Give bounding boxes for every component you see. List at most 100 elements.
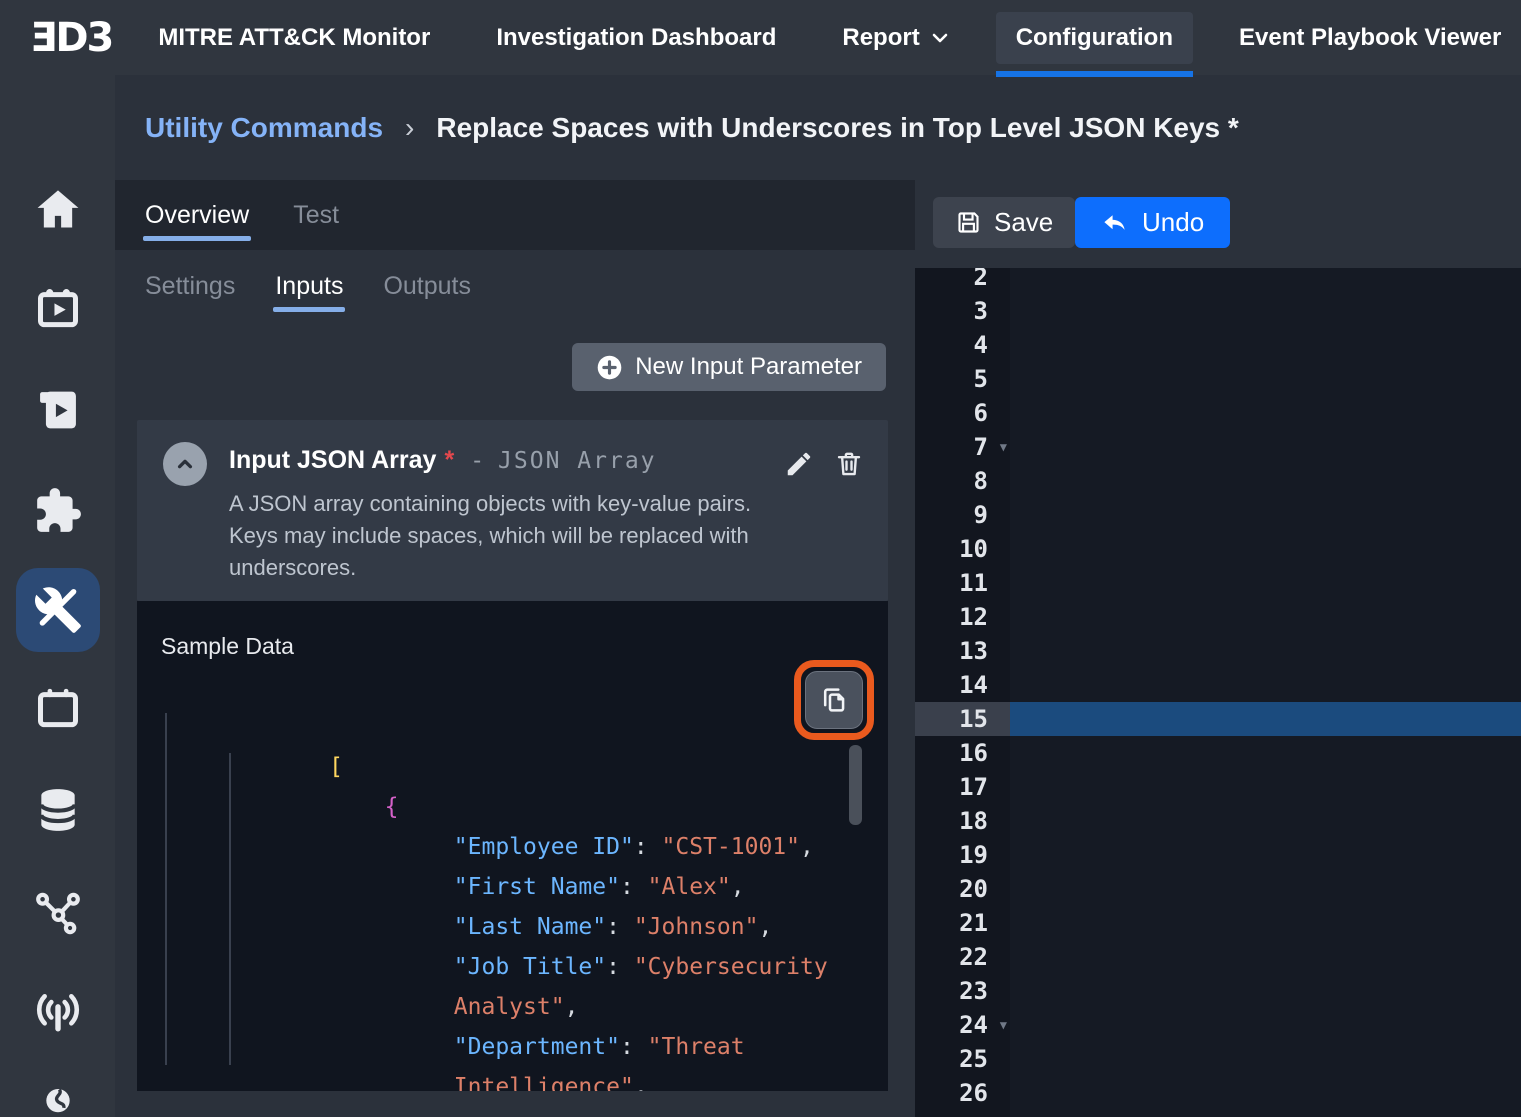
utility-tools-icon[interactable]: [16, 568, 100, 652]
type-separator: -: [470, 448, 484, 474]
left-icon-sidebar: [0, 75, 115, 1117]
pencil-icon: [784, 449, 814, 479]
playbook-library-icon[interactable]: [16, 368, 100, 452]
tab-overview[interactable]: Overview: [143, 185, 251, 246]
json-token: "Employee ID": [454, 834, 634, 860]
line-number: 12: [915, 600, 1010, 634]
parameter-actions: [782, 448, 866, 482]
code-line: 22 # return pb.returnOutputModel(: [915, 940, 1521, 974]
line-number-text: 22: [959, 943, 988, 971]
main-content: Utility Commands › Replace Spaces with U…: [115, 75, 1521, 1117]
undo-button[interactable]: Undo: [1075, 197, 1230, 248]
code-text: # return pb.returnOutputModel(: [1010, 940, 1521, 974]
nav-item-mitre-attck-monitor[interactable]: MITRE ATT&CK Monitor: [138, 12, 450, 64]
plus-circle-icon: [596, 354, 623, 381]
breadcrumb: Utility Commands › Replace Spaces with U…: [115, 75, 1521, 180]
python-code-editor[interactable]: 2 #-------------------------------------…: [915, 268, 1521, 1117]
code-text: # # Output Model: rawData, resultData: [1010, 328, 1521, 362]
line-number: 24: [915, 1008, 1010, 1042]
copy-icon: [818, 684, 850, 716]
delete-parameter-button[interactable]: [832, 448, 866, 482]
d3-logo[interactable]: ƎD3: [30, 15, 112, 61]
edit-parameter-button[interactable]: [782, 448, 816, 482]
code-line: 10 # param2 = p2: [915, 532, 1521, 566]
tab-test[interactable]: Test: [291, 185, 341, 246]
line-number: 9: [915, 498, 1010, 532]
tab-outputs[interactable]: Outputs: [381, 256, 473, 317]
tab-settings[interactable]: Settings: [143, 256, 237, 317]
json-line: [: [163, 667, 863, 707]
broadcast-antenna-icon[interactable]: [16, 968, 100, 1052]
json-token: "Department": [454, 1034, 620, 1060]
line-number-text: 12: [959, 603, 988, 631]
line-number: 6: [915, 396, 1010, 430]
code-text: # keyfields = result: [1010, 838, 1521, 872]
new-input-parameter-button[interactable]: New Input Parameter: [572, 343, 886, 391]
calendar-play-icon[interactable]: [16, 266, 100, 350]
code-line: 24 def ReplaceSpacesWithUnderscoresInTop…: [915, 1008, 1521, 1042]
line-number: 14: [915, 668, 1010, 702]
collapse-parameter-button[interactable]: [163, 442, 207, 486]
line-number-text: 3: [974, 297, 988, 325]
code-line: 21 # error = "": [915, 906, 1521, 940]
code-line: 17 # resultData = result: [915, 770, 1521, 804]
line-number: 13: [915, 634, 1010, 668]
sample-data-scrollbar[interactable]: [849, 745, 862, 825]
parameter-name: Input JSON Array: [229, 446, 436, 475]
copy-sample-data-button[interactable]: [805, 671, 863, 729]
code-line: 5 # # Process: combine two parameters: [915, 362, 1521, 396]
code-text: # # Process: combine two parameters: [1010, 362, 1521, 396]
code-text: Replaces spaces with underscores: [1010, 1076, 1521, 1110]
line-number: 15: [915, 702, 1010, 736]
code-text: # returnData = "Successful": [1010, 804, 1521, 838]
code-line: 15 # # Set Output model value acco: [915, 702, 1521, 736]
integrations-puzzle-icon[interactable]: [16, 469, 100, 553]
line-number-text: 10: [959, 535, 988, 563]
line-number-text: 25: [959, 1045, 988, 1073]
code-line: 18 # returnData = "Successful": [915, 804, 1521, 838]
new-input-parameter-label: New Input Parameter: [635, 353, 862, 381]
json-token: ,: [565, 994, 579, 1020]
code-text: # error = "": [1010, 906, 1521, 940]
nav-item-event-playbook-viewer[interactable]: Event Playbook Viewer: [1219, 12, 1521, 64]
save-button[interactable]: Save: [933, 197, 1075, 248]
line-number: 7: [915, 430, 1010, 464]
line-number-text: 20: [959, 875, 988, 903]
breadcrumb-parent-link[interactable]: Utility Commands: [145, 112, 383, 144]
undo-label: Undo: [1142, 207, 1204, 238]
click-target-annotation: [794, 660, 874, 740]
code-line: 9 # param1 = p1: [915, 498, 1521, 532]
parameter-type: JSON Array: [498, 448, 656, 474]
code-line: 13 # result = str(param1) + " " +: [915, 634, 1521, 668]
code-text: [1010, 566, 1521, 600]
tab-inputs[interactable]: Inputs: [273, 256, 345, 317]
fold-icon[interactable]: [1000, 1008, 1007, 1042]
line-number: 5: [915, 362, 1010, 396]
fold-icon[interactable]: [1000, 430, 1007, 464]
web-globe-icon[interactable]: [16, 1068, 100, 1117]
code-line: 3 # # Input Parameters: p1, p2: [915, 294, 1521, 328]
json-token: ,: [731, 874, 745, 900]
home-icon[interactable]: [16, 168, 100, 252]
nav-item-configuration[interactable]: Configuration: [996, 12, 1193, 64]
line-number-text: 15: [959, 705, 988, 733]
line-number-text: 7: [974, 433, 988, 461]
database-icon[interactable]: [16, 768, 100, 852]
calendar-icon[interactable]: [16, 666, 100, 750]
line-number: 2: [915, 268, 1010, 294]
sample-data-label: Sample Data: [161, 633, 294, 660]
json-token: "CST-1001": [662, 834, 800, 860]
code-text: # param1 = p1: [1010, 498, 1521, 532]
connections-icon[interactable]: [16, 871, 100, 955]
line-number-text: 5: [974, 365, 988, 393]
json-token: :: [620, 1034, 648, 1060]
nav-item-report[interactable]: Report: [822, 12, 969, 64]
line-number-text: 19: [959, 841, 988, 869]
breadcrumb-separator: ›: [405, 112, 414, 144]
line-number-text: 9: [974, 501, 988, 529]
json-token: "Johnson": [634, 914, 759, 940]
json-token: "Threat: [648, 1034, 745, 1060]
sample-data-code[interactable]: [ { "Employee ID": "CST-1001", "First Na…: [163, 667, 863, 1067]
nav-item-investigation-dashboard[interactable]: Investigation Dashboard: [476, 12, 796, 64]
parameter-description: A JSON array containing objects with key…: [229, 488, 777, 584]
